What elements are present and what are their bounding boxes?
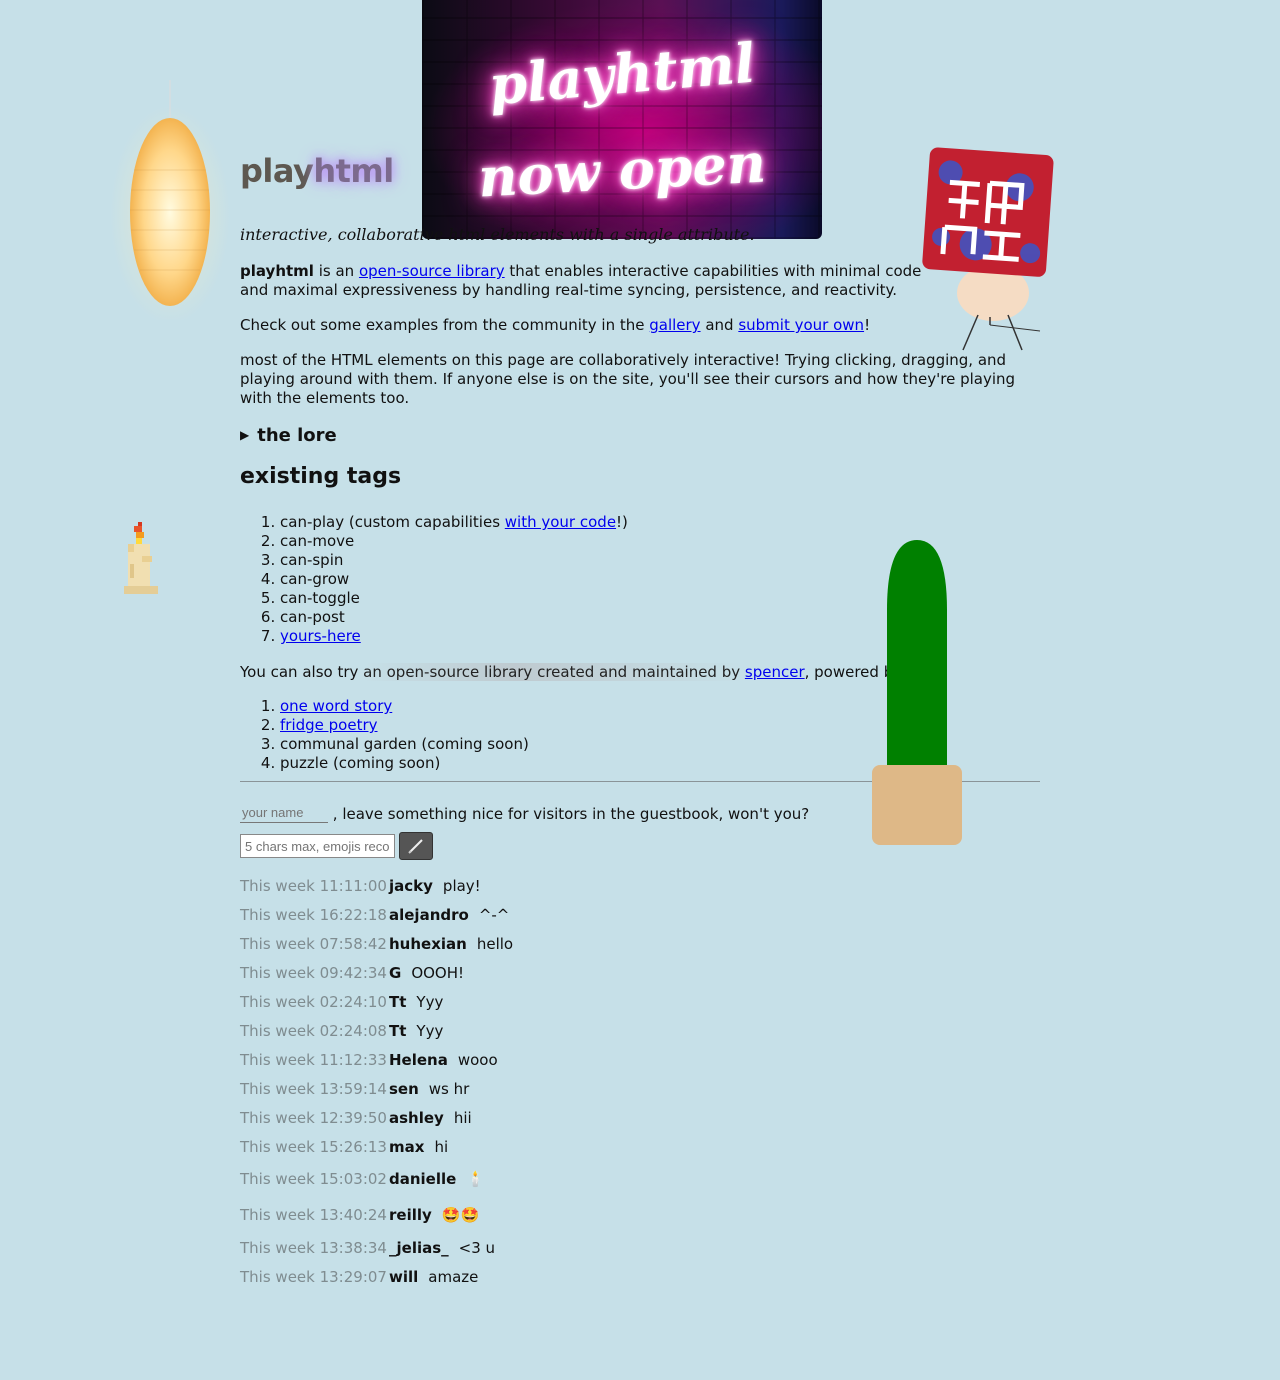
message-input[interactable] bbox=[240, 834, 395, 858]
guestbook-entry: This week 07:58:42 huhexian hello bbox=[240, 934, 514, 953]
guestbook-entry: This week 15:26:13 max hi bbox=[240, 1137, 449, 1156]
fridge-poetry-link[interactable]: fridge poetry bbox=[280, 716, 378, 734]
pixel-candle-icon[interactable] bbox=[118, 520, 166, 604]
guestbook-entry: This week 02:24:10 Tt Yyy bbox=[240, 992, 444, 1011]
guestbook-entry: This week 13:29:07 will amaze bbox=[240, 1267, 479, 1286]
existing-tags-list: can-play (custom capabilities with your … bbox=[240, 513, 628, 646]
list-item: one word story bbox=[280, 697, 529, 716]
neon-sign-image[interactable]: playhtml now open bbox=[422, 0, 822, 239]
list-item: can-move bbox=[280, 532, 628, 551]
list-item: can-grow bbox=[280, 570, 628, 589]
name-input[interactable] bbox=[240, 802, 328, 823]
title-play: play bbox=[240, 152, 314, 190]
tooltip-overlay: an open-source library created and maint… bbox=[363, 663, 745, 681]
guestbook-entries: This week 11:11:00 jacky play! This week 1… bbox=[240, 871, 513, 1291]
cactus-plant-icon[interactable] bbox=[870, 540, 966, 850]
submit-your-own-link[interactable]: submit your own bbox=[738, 316, 864, 334]
guestbook-entry: This week 13:38:34 _jelias_ <3 u bbox=[240, 1238, 496, 1257]
list-item: fridge poetry bbox=[280, 716, 529, 735]
list-item: puzzle (coming soon) bbox=[280, 754, 529, 773]
lore-disclosure[interactable]: ▶ the lore bbox=[240, 425, 337, 446]
gallery-paragraph: Check out some examples from the communi… bbox=[240, 316, 871, 334]
brand-name: playhtml bbox=[240, 262, 314, 280]
list-item: can-toggle bbox=[280, 589, 628, 608]
page-title: playhtml bbox=[240, 152, 394, 190]
guestbook-entry: This week 15:03:02 danielle 🕯️ bbox=[240, 1170, 485, 1188]
list-item: communal garden (coming soon) bbox=[280, 735, 529, 754]
games-list: one word story fridge poetry communal ga… bbox=[240, 697, 529, 773]
intro-paragraph: playhtml is an open-source library that … bbox=[240, 262, 922, 299]
guestbook-entry: This week 11:11:00 jacky play! bbox=[240, 876, 481, 895]
one-word-story-link[interactable]: one word story bbox=[280, 697, 392, 715]
title-html[interactable]: html bbox=[313, 152, 394, 190]
paper-lantern-icon[interactable] bbox=[110, 80, 230, 325]
collab-paragraph: most of the HTML elements on this page a… bbox=[240, 351, 1016, 407]
guestbook-entry: This week 09:42:34 G OOOH! bbox=[240, 963, 465, 982]
guestbook-entry: This week 11:12:33 Helena wooo bbox=[240, 1050, 498, 1069]
lore-label: the lore bbox=[257, 425, 337, 446]
list-item: can-post bbox=[280, 608, 628, 627]
yours-here-link[interactable]: yours-here bbox=[280, 627, 361, 645]
guestbook-entry: This week 16:22:18 alejandro ^-^ bbox=[240, 905, 510, 924]
guestbook-entry: This week 13:40:24 reilly 🤩🤩 bbox=[240, 1206, 480, 1224]
gallery-link[interactable]: gallery bbox=[649, 316, 700, 334]
open-source-library-link[interactable]: open-source library bbox=[359, 262, 505, 280]
guestbook-name-row: , leave something nice for visitors in t… bbox=[240, 802, 809, 823]
with-your-code-link[interactable]: with your code bbox=[505, 513, 616, 531]
send-button[interactable] bbox=[399, 832, 433, 860]
list-item: can-play (custom capabilities with your … bbox=[280, 513, 628, 532]
existing-tags-heading: existing tags bbox=[240, 464, 402, 489]
disclosure-triangle-icon: ▶ bbox=[240, 428, 250, 442]
list-item: can-spin bbox=[280, 551, 628, 570]
guestbook-entry: This week 13:59:14 sen ws hr bbox=[240, 1079, 470, 1098]
guestbook-prompt: , leave something nice for visitors in t… bbox=[332, 805, 810, 823]
spencer-link[interactable]: spencer bbox=[745, 663, 805, 681]
guestbook-entry: This week 12:39:50 ashley hii bbox=[240, 1108, 472, 1127]
list-item: yours-here bbox=[280, 627, 628, 646]
pencil-icon bbox=[408, 839, 423, 854]
tagline: interactive, collaborative html elements… bbox=[240, 225, 755, 244]
guestbook-entry: This week 02:24:08 Tt Yyy bbox=[240, 1021, 444, 1040]
guestbook-message-row bbox=[240, 832, 433, 860]
